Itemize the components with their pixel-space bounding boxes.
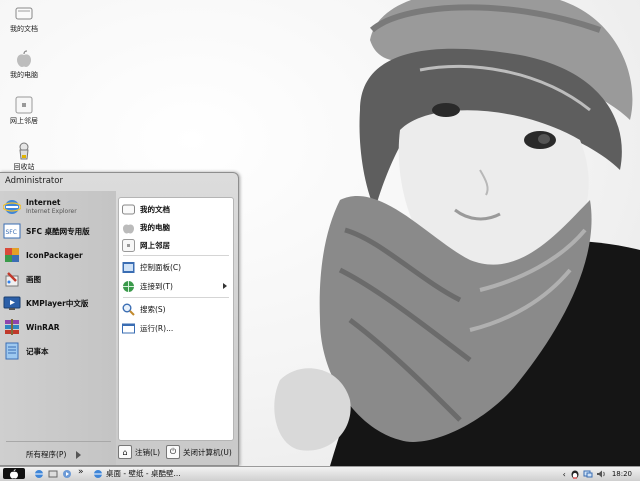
place-label: 运行(R)... bbox=[140, 323, 174, 333]
internet-explorer-icon bbox=[94, 469, 102, 478]
separator bbox=[123, 255, 229, 256]
place-label: 搜索(S) bbox=[140, 304, 166, 314]
place-my-documents[interactable]: 我的文档 bbox=[122, 201, 230, 217]
taskbar: » 桌面 - 壁纸 - 桌酷壁... ‹ 18:20 bbox=[0, 466, 640, 481]
kmplayer-icon bbox=[3, 296, 21, 310]
apple-logo-icon bbox=[10, 468, 18, 478]
control-panel-icon bbox=[122, 261, 135, 273]
program-name: WinRAR bbox=[26, 322, 60, 332]
power-icon: ⏻ bbox=[166, 445, 180, 459]
program-iconpackager[interactable]: IconPackager bbox=[3, 245, 115, 265]
place-control-panel[interactable]: 控制面板(C) bbox=[122, 259, 230, 275]
logoff-label: 注销(L) bbox=[135, 447, 161, 457]
place-label: 我的文档 bbox=[140, 204, 170, 214]
internet-explorer-icon bbox=[3, 200, 21, 214]
run-icon bbox=[122, 323, 135, 333]
place-search[interactable]: 搜索(S) bbox=[122, 301, 230, 317]
connect-icon bbox=[123, 280, 134, 292]
shutdown-button[interactable]: ⏻ 关闭计算机(U) bbox=[166, 445, 232, 459]
program-sfc[interactable]: SFC SFC 桌酷网专用版 bbox=[3, 221, 115, 241]
search-icon bbox=[122, 303, 135, 316]
place-label: 网上邻居 bbox=[140, 240, 170, 250]
media-player-icon[interactable] bbox=[62, 469, 72, 479]
recycle-bin-icon bbox=[14, 142, 34, 160]
place-run[interactable]: 运行(R)... bbox=[122, 320, 230, 336]
tray-expand-icon[interactable]: ‹ bbox=[563, 470, 566, 479]
place-my-computer[interactable]: 我的电脑 bbox=[122, 219, 230, 235]
program-name: 画图 bbox=[26, 274, 41, 284]
desktop-icon-network[interactable]: 网上邻居 bbox=[4, 96, 44, 126]
program-name: KMPlayer中文版 bbox=[26, 298, 89, 308]
all-programs-button[interactable]: 所有程序(P) bbox=[26, 449, 82, 460]
logoff-button[interactable]: ⌂ 注销(L) bbox=[118, 445, 160, 459]
svg-text:SFC: SFC bbox=[6, 229, 17, 236]
chevron-right-icon bbox=[223, 283, 227, 289]
desktop-icon-label: 回收站 bbox=[13, 163, 35, 171]
network-icon bbox=[14, 96, 34, 114]
place-label: 控制面板(C) bbox=[140, 262, 182, 272]
program-internet-explorer[interactable]: Internet Internet Explorer bbox=[3, 197, 115, 217]
program-name: IconPackager bbox=[26, 250, 83, 260]
start-menu: Administrator Internet Internet Explorer… bbox=[0, 172, 239, 466]
program-name: 记事本 bbox=[26, 346, 49, 356]
qq-penguin-icon[interactable] bbox=[570, 469, 580, 479]
separator bbox=[6, 441, 111, 442]
internet-explorer-icon[interactable] bbox=[34, 469, 44, 479]
start-menu-user-name: Administrator bbox=[5, 176, 63, 186]
program-winrar[interactable]: WinRAR bbox=[3, 317, 115, 337]
desktop-icon-label: 网上邻居 bbox=[10, 117, 38, 125]
place-connect-to[interactable]: 连接到(T) bbox=[122, 278, 230, 294]
taskbar-window-button[interactable]: 桌面 - 壁纸 - 桌酷壁... bbox=[93, 468, 203, 479]
notepad-icon bbox=[5, 342, 19, 360]
computer-icon bbox=[14, 50, 34, 68]
start-button[interactable] bbox=[3, 468, 25, 479]
system-tray: ‹ 18:20 bbox=[544, 467, 640, 481]
program-name: SFC 桌酷网专用版 bbox=[26, 226, 90, 236]
documents-icon bbox=[14, 4, 34, 22]
start-menu-programs-pane: Internet Internet Explorer SFC SFC 桌酷网专用… bbox=[0, 191, 116, 465]
desktop-icon-documents[interactable]: 我的文档 bbox=[4, 4, 44, 34]
shutdown-label: 关闭计算机(U) bbox=[183, 447, 232, 457]
sfc-icon: SFC bbox=[3, 223, 21, 239]
place-network[interactable]: 网上邻居 bbox=[122, 237, 230, 253]
paint-icon bbox=[5, 272, 19, 287]
winrar-icon bbox=[5, 319, 19, 335]
all-programs-label: 所有程序(P) bbox=[26, 450, 67, 459]
arrow-right-icon bbox=[76, 450, 82, 459]
logoff-icon: ⌂ bbox=[118, 445, 132, 459]
place-label: 我的电脑 bbox=[140, 222, 170, 232]
taskbar-clock[interactable]: 18:20 bbox=[612, 470, 632, 478]
iconpackager-icon bbox=[5, 248, 19, 262]
place-label: 连接到(T) bbox=[140, 281, 173, 291]
program-paint[interactable]: 画图 bbox=[3, 269, 115, 289]
program-notepad[interactable]: 记事本 bbox=[3, 341, 115, 361]
separator bbox=[123, 297, 229, 298]
program-name: Internet bbox=[26, 198, 61, 207]
desktop-icon-label: 我的电脑 bbox=[10, 71, 38, 79]
network-icon bbox=[122, 238, 135, 252]
start-menu-places-pane: 我的文档 我的电脑 网上邻居 控制面板(C) 连接到(T) 搜索(S) 运行(R… bbox=[118, 197, 234, 441]
show-desktop-icon[interactable] bbox=[48, 469, 58, 479]
program-kmplayer[interactable]: KMPlayer中文版 bbox=[3, 293, 115, 313]
desktop-icon-recycle-bin[interactable]: 回收站 bbox=[4, 142, 44, 172]
quick-launch-more[interactable]: » bbox=[78, 467, 84, 477]
desktop-icon-computer[interactable]: 我的电脑 bbox=[4, 50, 44, 80]
taskbar-window-title: 桌面 - 壁纸 - 桌酷壁... bbox=[106, 469, 181, 478]
desktop-icon-label: 我的文档 bbox=[10, 25, 38, 33]
network-status-icon[interactable] bbox=[583, 469, 593, 479]
volume-icon[interactable] bbox=[596, 469, 606, 479]
documents-icon bbox=[122, 204, 135, 214]
computer-icon bbox=[123, 224, 134, 233]
program-subtitle: Internet Explorer bbox=[26, 208, 77, 215]
